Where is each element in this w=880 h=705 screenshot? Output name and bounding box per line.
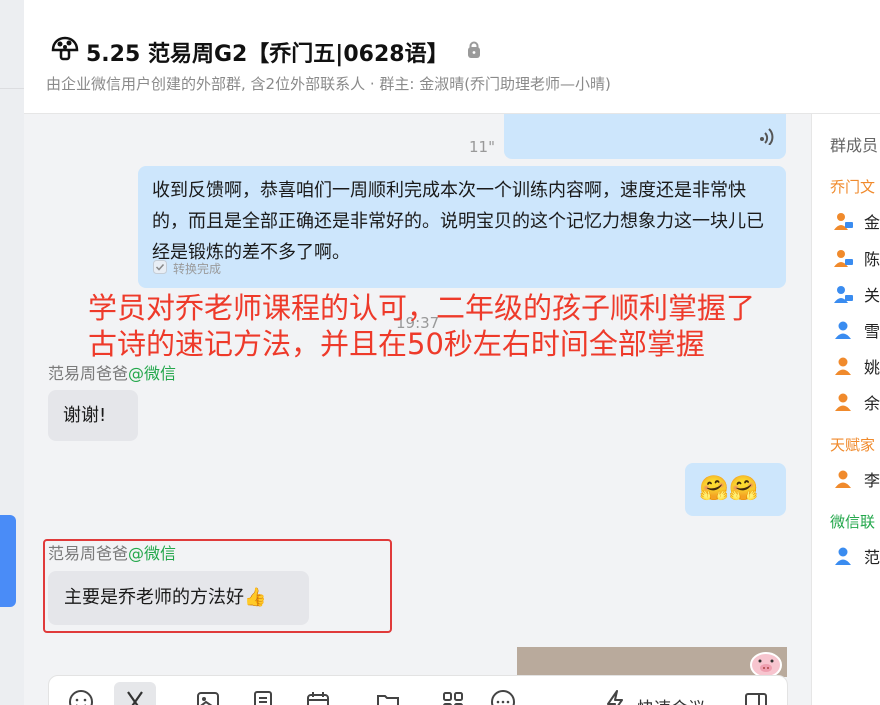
member-item[interactable]: 雪 [832,318,880,342]
member-group-label: 微信联 [830,513,876,531]
emoji-message: 🤗🤗 [699,474,759,502]
voice-message-bubble[interactable] [504,114,786,159]
image-icon[interactable] [194,688,224,705]
message-bubble[interactable]: 收到反馈啊，恭喜咱们一周顺利完成本次一个训练内容啊，速度还是非常快的，而且是全部… [138,166,786,288]
mushroom-icon [50,36,80,68]
chat-title[interactable]: 5.25 范易周G2【乔门五|0628语】 [86,36,449,68]
transcription-status-label: 转换完成 [173,262,222,276]
chat-icon[interactable] [489,688,519,705]
member-item[interactable]: 姚 [832,354,880,378]
admin-user-icon [834,250,853,267]
annotation-text: 学员对乔老师课程的认可，二年级的孩子顺利掌握了 古诗的速记方法，并且在50秒左右… [88,290,755,362]
highlight-box [43,539,392,633]
member-name: 关 [864,286,880,305]
member-item[interactable]: 关 [832,282,880,306]
message-text: 谢谢! [63,405,107,426]
member-name: 金 [864,213,880,232]
user-icon [835,470,851,488]
chat-subtitle: 由企业微信用户创建的外部群, 含2位外部联系人 · 群主: 金淑晴(乔门助理老师… [46,75,611,93]
calendar-icon[interactable] [304,688,334,705]
member-item[interactable]: 陈 [832,246,880,270]
member-name: 陈 [864,250,880,269]
sender-name: 范易周爸爸@微信 [48,360,176,384]
member-group-label: 乔门文 [830,178,876,196]
chat-header: 5.25 范易周G2【乔门五|0628语】 由企业微信用户创建的外部群, 含2位… [24,0,880,114]
chat-title-row: 5.25 范易周G2【乔门五|0628语】 [50,36,481,68]
user-icon [835,357,851,375]
more-icon[interactable] [742,688,772,705]
voice-wave-icon [758,124,776,155]
member-name: 雪 [864,322,880,341]
message-list[interactable]: 11" 收到反馈啊，恭喜咱们一周顺利完成本次一个训练内容啊，速度还是非常快的，而… [24,114,811,705]
lightning-icon[interactable] [601,688,631,705]
member-name: 范 [864,548,880,567]
message-bubble[interactable]: 谢谢! [48,390,138,441]
members-panel-title: 群成员 [830,136,879,155]
message-text: 收到反馈啊，恭喜咱们一周顺利完成本次一个训练内容啊，速度还是非常快的，而且是全部… [152,180,764,263]
emoji-message-bubble[interactable]: 🤗🤗 [685,463,786,516]
document-icon[interactable] [249,688,279,705]
input-toolbar: 快速会议 [48,675,788,705]
apps-icon[interactable] [439,688,469,705]
member-item[interactable]: 范 [832,544,880,568]
member-item[interactable]: 李 [832,467,880,491]
members-panel: 群成员 乔门文 金 陈 关 雪 姚 余 天赋家 李 微信联 范 [811,114,880,705]
annotation-line-2: 古诗的速记方法，并且在50秒左右时间全部掌握 [88,327,705,361]
transcription-status: 转换完成 [153,260,221,278]
member-group-label: 天赋家 [830,436,876,454]
admin-user-icon [834,213,853,230]
member-name: 余 [864,394,880,413]
scissors-icon[interactable] [114,682,156,705]
sender-name-text: 范易周爸爸 [48,364,129,383]
user-icon [835,547,851,565]
left-navigation-pane [0,0,25,705]
lock-icon [467,40,481,65]
emoji-icon[interactable] [67,688,97,705]
member-name: 李 [864,471,880,490]
selected-chat-indicator[interactable] [0,515,16,607]
member-name: 姚 [864,358,880,377]
quick-meeting-button[interactable]: 快速会议 [637,694,705,705]
annotation-line-1: 学员对乔老师课程的认可，二年级的孩子顺利掌握了 [88,291,756,325]
member-item[interactable]: 余 [832,390,880,414]
member-item[interactable]: 金 [832,209,880,233]
image-message[interactable] [517,647,787,678]
divider [0,88,24,89]
user-icon [835,321,851,339]
user-icon [835,393,851,411]
voice-duration: 11" [469,138,495,156]
wechat-tag: @微信 [128,364,177,383]
check-icon [153,260,167,278]
user-icon [834,286,853,303]
folder-icon[interactable] [374,688,404,705]
